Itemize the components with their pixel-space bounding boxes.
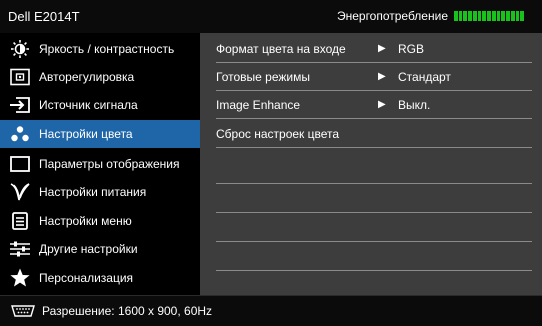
setting-name: Image Enhance [216,97,301,112]
monitor-osd-menu: Dell E2014T Энергопотребление Яркость / … [0,0,542,326]
energy-meter: Энергопотребление [336,9,525,23]
energy-bar [454,11,525,21]
menu-settings-icon [8,211,32,231]
display-settings-icon [8,154,32,174]
brightness-icon [8,39,32,59]
setting-name: Формат цвета на входе [216,41,346,56]
sidebar-item-label: Персонализация [39,271,134,285]
setting-value: Выкл. [398,97,431,112]
star-icon [8,268,32,288]
osd-header: Dell E2014T Энергопотребление [0,0,542,34]
sidebar-item-menu-settings[interactable]: Настройки меню [0,207,200,235]
resolution-status: Разрешение: 1600 x 900, 60Hz [42,304,213,318]
sidebar-item-personalize[interactable]: Персонализация [0,264,200,292]
divider [216,270,532,271]
sidebar-item-color-settings[interactable]: Настройки цвета [0,120,200,148]
monitor-model: Dell E2014T [8,9,80,24]
energy-label: Энергопотребление [336,9,448,23]
sidebar-item-brightness-contrast[interactable]: Яркость / контрастность [0,35,200,63]
submenu-arrow-icon: ▶ [378,43,386,54]
divider [216,241,532,242]
sidebar-item-label: Настройки меню [39,214,132,228]
setting-row-reset-color[interactable]: Сброс настроек цвета [216,120,532,148]
sidebar-item-input-source[interactable]: Источник сигнала [0,91,200,119]
vga-connector-icon [10,304,36,318]
settings-panel: Формат цвета на входе ▶ RGB Готовые режи… [200,33,542,295]
setting-name: Готовые режимы [216,69,310,84]
sidebar-item-other-settings[interactable]: Другие настройки [0,235,200,263]
osd-sidebar: Яркость / контрастность Авторегулировка [0,33,200,295]
sidebar-item-label: Настройки цвета [39,127,133,141]
auto-adjust-icon [8,67,32,87]
sidebar-item-label: Яркость / контрастность [39,42,175,56]
sidebar-item-label: Другие настройки [39,242,138,256]
osd-footer: Разрешение: 1600 x 900, 60Hz [0,295,542,326]
setting-name: Сброс настроек цвета [216,126,340,141]
power-settings-icon [8,182,32,202]
other-settings-icon [8,239,32,259]
sidebar-item-display-settings[interactable]: Параметры отображения [0,150,200,178]
sidebar-item-power-settings[interactable]: Настройки питания [0,178,200,206]
color-settings-icon [8,124,32,144]
sidebar-item-label: Источник сигнала [39,98,138,112]
sidebar-item-label: Настройки питания [39,185,147,199]
setting-value: Стандарт [398,69,451,84]
divider [216,212,532,213]
setting-row-image-enhance[interactable]: Image Enhance ▶ Выкл. [216,91,532,119]
submenu-arrow-icon: ▶ [378,99,386,110]
sidebar-item-label: Авторегулировка [39,70,135,84]
setting-row-preset-modes[interactable]: Готовые режимы ▶ Стандарт [216,63,532,91]
setting-row-input-color-format[interactable]: Формат цвета на входе ▶ RGB [216,35,532,63]
sidebar-item-label: Параметры отображения [39,157,180,171]
sidebar-item-auto-adjust[interactable]: Авторегулировка [0,63,200,91]
input-source-icon [8,95,32,115]
divider [216,183,532,184]
setting-value: RGB [398,41,425,56]
submenu-arrow-icon: ▶ [378,71,386,82]
